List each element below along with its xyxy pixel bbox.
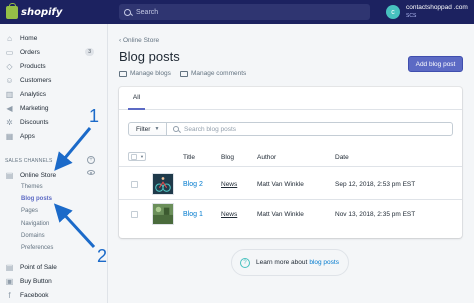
post-thumbnail [152, 203, 174, 225]
breadcrumb[interactable]: ‹ Online Store [119, 37, 159, 44]
manage-blogs-button[interactable]: Manage blogs [119, 70, 171, 77]
tab-all[interactable]: All [128, 87, 145, 110]
row-checkbox[interactable] [131, 181, 138, 188]
question-icon: ? [240, 257, 250, 268]
post-author: Matt Van Winkle [257, 181, 304, 188]
post-thumbnail [152, 173, 174, 195]
post-blog-link[interactable]: News [221, 181, 237, 188]
table-row[interactable]: Blog 2 News Matt Van Winkle Sep 12, 2018… [119, 170, 462, 199]
tab-bar: All [119, 87, 462, 110]
post-blog-link[interactable]: News [221, 211, 237, 218]
filter-label: Filter [136, 125, 151, 133]
manage-comments-button[interactable]: Manage comments [180, 70, 246, 77]
search-icon [173, 126, 179, 132]
post-title-link[interactable]: Blog 1 [183, 211, 203, 218]
annotation-number-1: 1 [89, 106, 100, 126]
table-row[interactable]: Blog 1 News Matt Van Winkle Nov 13, 2018… [119, 199, 462, 228]
row-checkbox[interactable] [131, 211, 138, 218]
comment-icon [180, 70, 188, 77]
chevron-down-icon: ▼ [140, 154, 144, 159]
breadcrumb-label: Online Store [122, 37, 160, 44]
checkbox-box [131, 153, 137, 160]
post-author: Matt Van Winkle [257, 211, 304, 218]
manage-blogs-label: Manage blogs [130, 70, 171, 77]
post-date: Sep 12, 2018, 2:53 pm EST [335, 181, 416, 188]
blog-posts-help-link[interactable]: blog posts [309, 259, 339, 266]
chevron-down-icon: ▼ [154, 126, 160, 132]
filter-button[interactable]: Filter ▼ [128, 122, 167, 136]
annotation-number-2: 2 [97, 246, 108, 266]
table-header: ▼ Title Blog Author Date [119, 147, 462, 167]
search-blog-posts-placeholder: Search blog posts [184, 125, 237, 133]
annotation-arrow-2 [53, 203, 96, 249]
select-all-checkbox[interactable]: ▼ [128, 152, 146, 161]
column-header-author[interactable]: Author [257, 154, 276, 161]
blog-posts-card: All Filter ▼ Search blog posts ▼ Title B… [119, 87, 462, 238]
post-title-link[interactable]: Blog 2 [183, 181, 203, 188]
column-header-title[interactable]: Title [183, 154, 195, 161]
blog-icon [119, 70, 127, 77]
column-header-date[interactable]: Date [335, 154, 349, 161]
search-blog-posts-input[interactable]: Search blog posts [166, 122, 453, 136]
page-title: Blog posts [119, 49, 180, 64]
help-text: Learn more about [256, 259, 308, 266]
help-footer: ? Learn more about blog posts [231, 249, 349, 276]
add-blog-post-button[interactable]: Add blog post [408, 56, 463, 72]
manage-comments-label: Manage comments [191, 70, 247, 77]
column-header-blog[interactable]: Blog [221, 154, 234, 161]
annotation-arrow-1 [54, 127, 92, 171]
post-date: Nov 13, 2018, 2:35 pm EST [335, 211, 416, 218]
